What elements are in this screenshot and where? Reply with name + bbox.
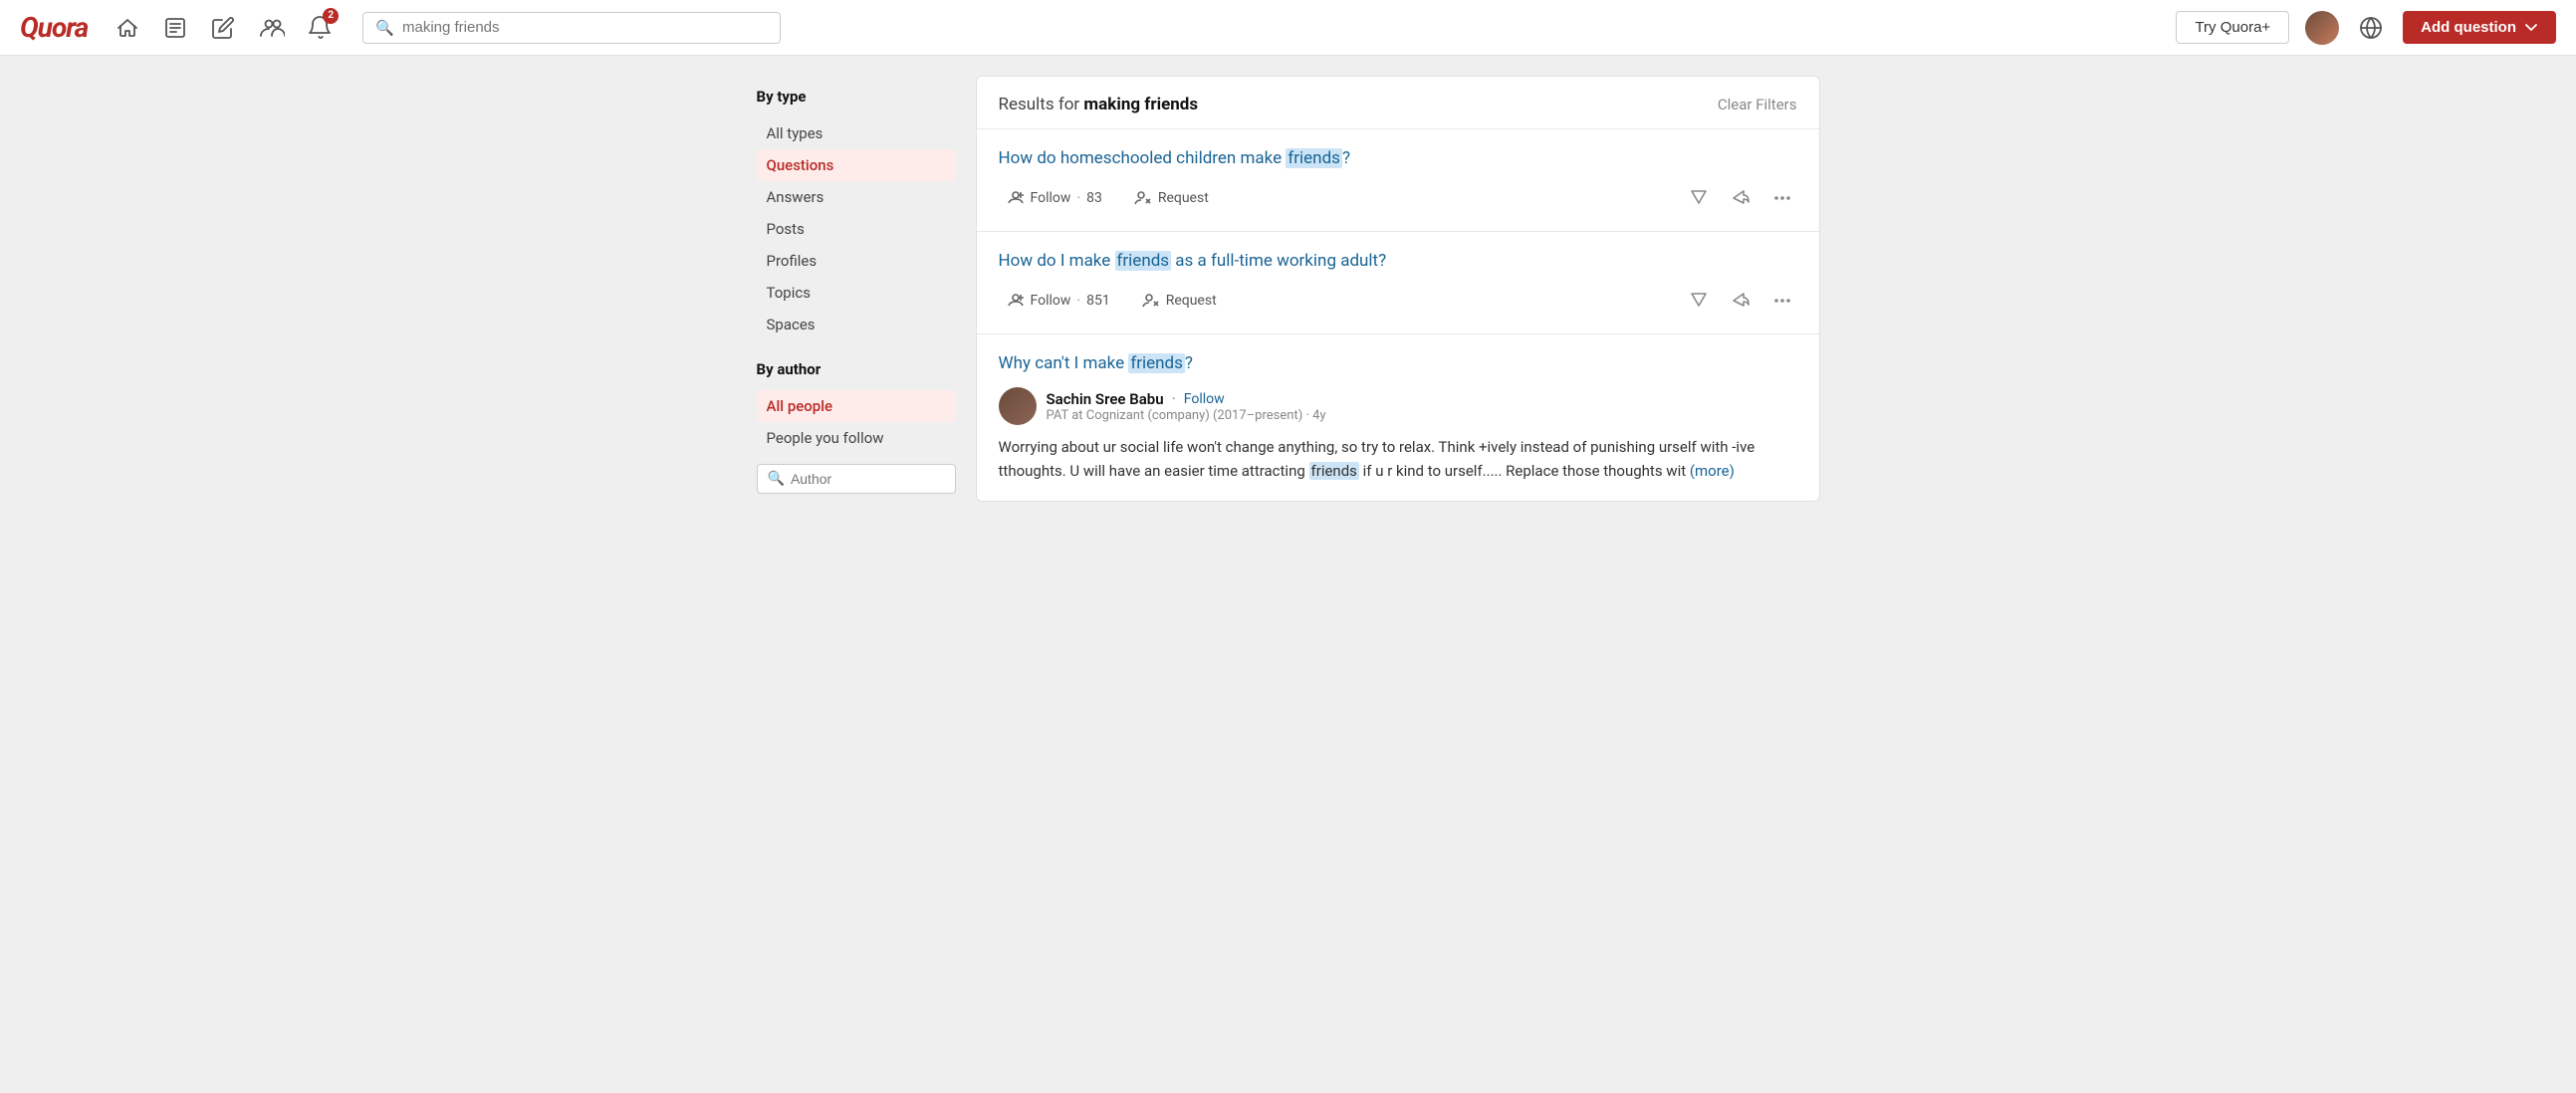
by-author-heading: By author (757, 356, 956, 382)
more-options-button-q2[interactable] (1767, 286, 1797, 316)
follow-icon-q2 (1007, 292, 1025, 310)
avatar-image (2305, 11, 2339, 45)
notification-badge: 2 (323, 8, 339, 24)
author-search-icon: 🔍 (768, 471, 785, 487)
home-icon[interactable] (112, 12, 143, 44)
add-question-button[interactable]: Add question (2403, 11, 2556, 44)
results-header: Results for making friends Clear Filters (977, 77, 1819, 129)
result-item-q3: Why can't I make friends? Sachin Sree Ba… (977, 334, 1819, 502)
sidebar-item-all-types[interactable]: All types (757, 117, 956, 149)
navbar: Quora (0, 0, 2576, 56)
result-actions-q2: Follow · 851 Request (999, 286, 1797, 316)
answer-more-link[interactable]: (more) (1690, 462, 1735, 480)
result-actions-left-q1: Follow · 83 Request (999, 185, 1217, 211)
downvote-button-q2[interactable] (1684, 286, 1714, 316)
follow-icon-q1 (1007, 189, 1025, 207)
question-link-q3[interactable]: Why can't I make friends? (999, 352, 1797, 376)
feed-icon[interactable] (159, 12, 191, 44)
follow-button-q1[interactable]: Follow · 83 (999, 185, 1110, 211)
request-icon-q2 (1142, 292, 1160, 310)
request-button-q1[interactable]: Request (1126, 185, 1217, 211)
sidebar-item-people-you-follow[interactable]: People you follow (757, 422, 956, 454)
share-button-q1[interactable] (1726, 183, 1756, 213)
logo[interactable]: Quora (20, 11, 88, 44)
search-input[interactable]: making friends (402, 19, 768, 36)
result-actions-left-q2: Follow · 851 Request (999, 288, 1225, 314)
main-layout: By type All types Questions Answers Post… (741, 56, 1836, 522)
result-item-q2: How do I make friends as a full-time wor… (977, 232, 1819, 334)
author-follow-link[interactable]: Follow (1184, 391, 1225, 407)
downvote-button-q1[interactable] (1684, 183, 1714, 213)
more-options-button-q1[interactable] (1767, 183, 1797, 213)
by-type-heading: By type (757, 84, 956, 109)
content-area: Results for making friends Clear Filters… (976, 76, 1820, 502)
share-button-q2[interactable] (1726, 286, 1756, 316)
answer-author-meta: PAT at Cognizant (company) (2017–present… (1047, 408, 1326, 423)
request-icon-q1 (1134, 189, 1152, 207)
clear-filters-button[interactable]: Clear Filters (1718, 96, 1797, 113)
question-link-q1[interactable]: How do homeschooled children make friend… (999, 147, 1797, 171)
sidebar-item-spaces[interactable]: Spaces (757, 309, 956, 340)
answer-author-info: Sachin Sree Babu · Follow PAT at Cogniza… (1047, 389, 1326, 423)
answer-text: Worrying about ur social life won't chan… (999, 435, 1797, 483)
sidebar-item-topics[interactable]: Topics (757, 277, 956, 309)
question-link-q2[interactable]: How do I make friends as a full-time wor… (999, 250, 1797, 274)
search-bar: 🔍 making friends (362, 12, 781, 44)
answer-author-avatar (999, 387, 1037, 425)
notifications-icon[interactable]: 2 (305, 12, 335, 44)
results-title: Results for making friends (999, 95, 1199, 114)
write-icon[interactable] (207, 12, 239, 44)
sidebar-item-posts[interactable]: Posts (757, 213, 956, 245)
sidebar-item-profiles[interactable]: Profiles (757, 245, 956, 277)
sidebar-item-all-people[interactable]: All people (757, 390, 956, 422)
chevron-down-icon (2524, 21, 2538, 35)
language-icon[interactable] (2355, 12, 2387, 44)
author-search-input[interactable] (791, 471, 945, 487)
answer-author-name[interactable]: Sachin Sree Babu (1047, 390, 1164, 408)
result-actions-right-q2 (1684, 286, 1797, 316)
result-item-q1: How do homeschooled children make friend… (977, 129, 1819, 232)
answer-author-name-row: Sachin Sree Babu · Follow (1047, 389, 1326, 408)
follow-button-q2[interactable]: Follow · 851 (999, 288, 1118, 314)
sidebar-item-answers[interactable]: Answers (757, 181, 956, 213)
result-actions-q1: Follow · 83 Request (999, 183, 1797, 213)
avatar[interactable] (2305, 11, 2339, 45)
spaces-icon[interactable] (255, 12, 289, 44)
answer-author-row: Sachin Sree Babu · Follow PAT at Cogniza… (999, 387, 1797, 425)
request-button-q2[interactable]: Request (1134, 288, 1225, 314)
search-icon: 🔍 (375, 19, 394, 37)
try-quora-button[interactable]: Try Quora+ (2176, 11, 2289, 44)
sidebar-item-questions[interactable]: Questions (757, 149, 956, 181)
sidebar: By type All types Questions Answers Post… (757, 76, 956, 502)
result-actions-right-q1 (1684, 183, 1797, 213)
author-search: 🔍 (757, 464, 956, 494)
